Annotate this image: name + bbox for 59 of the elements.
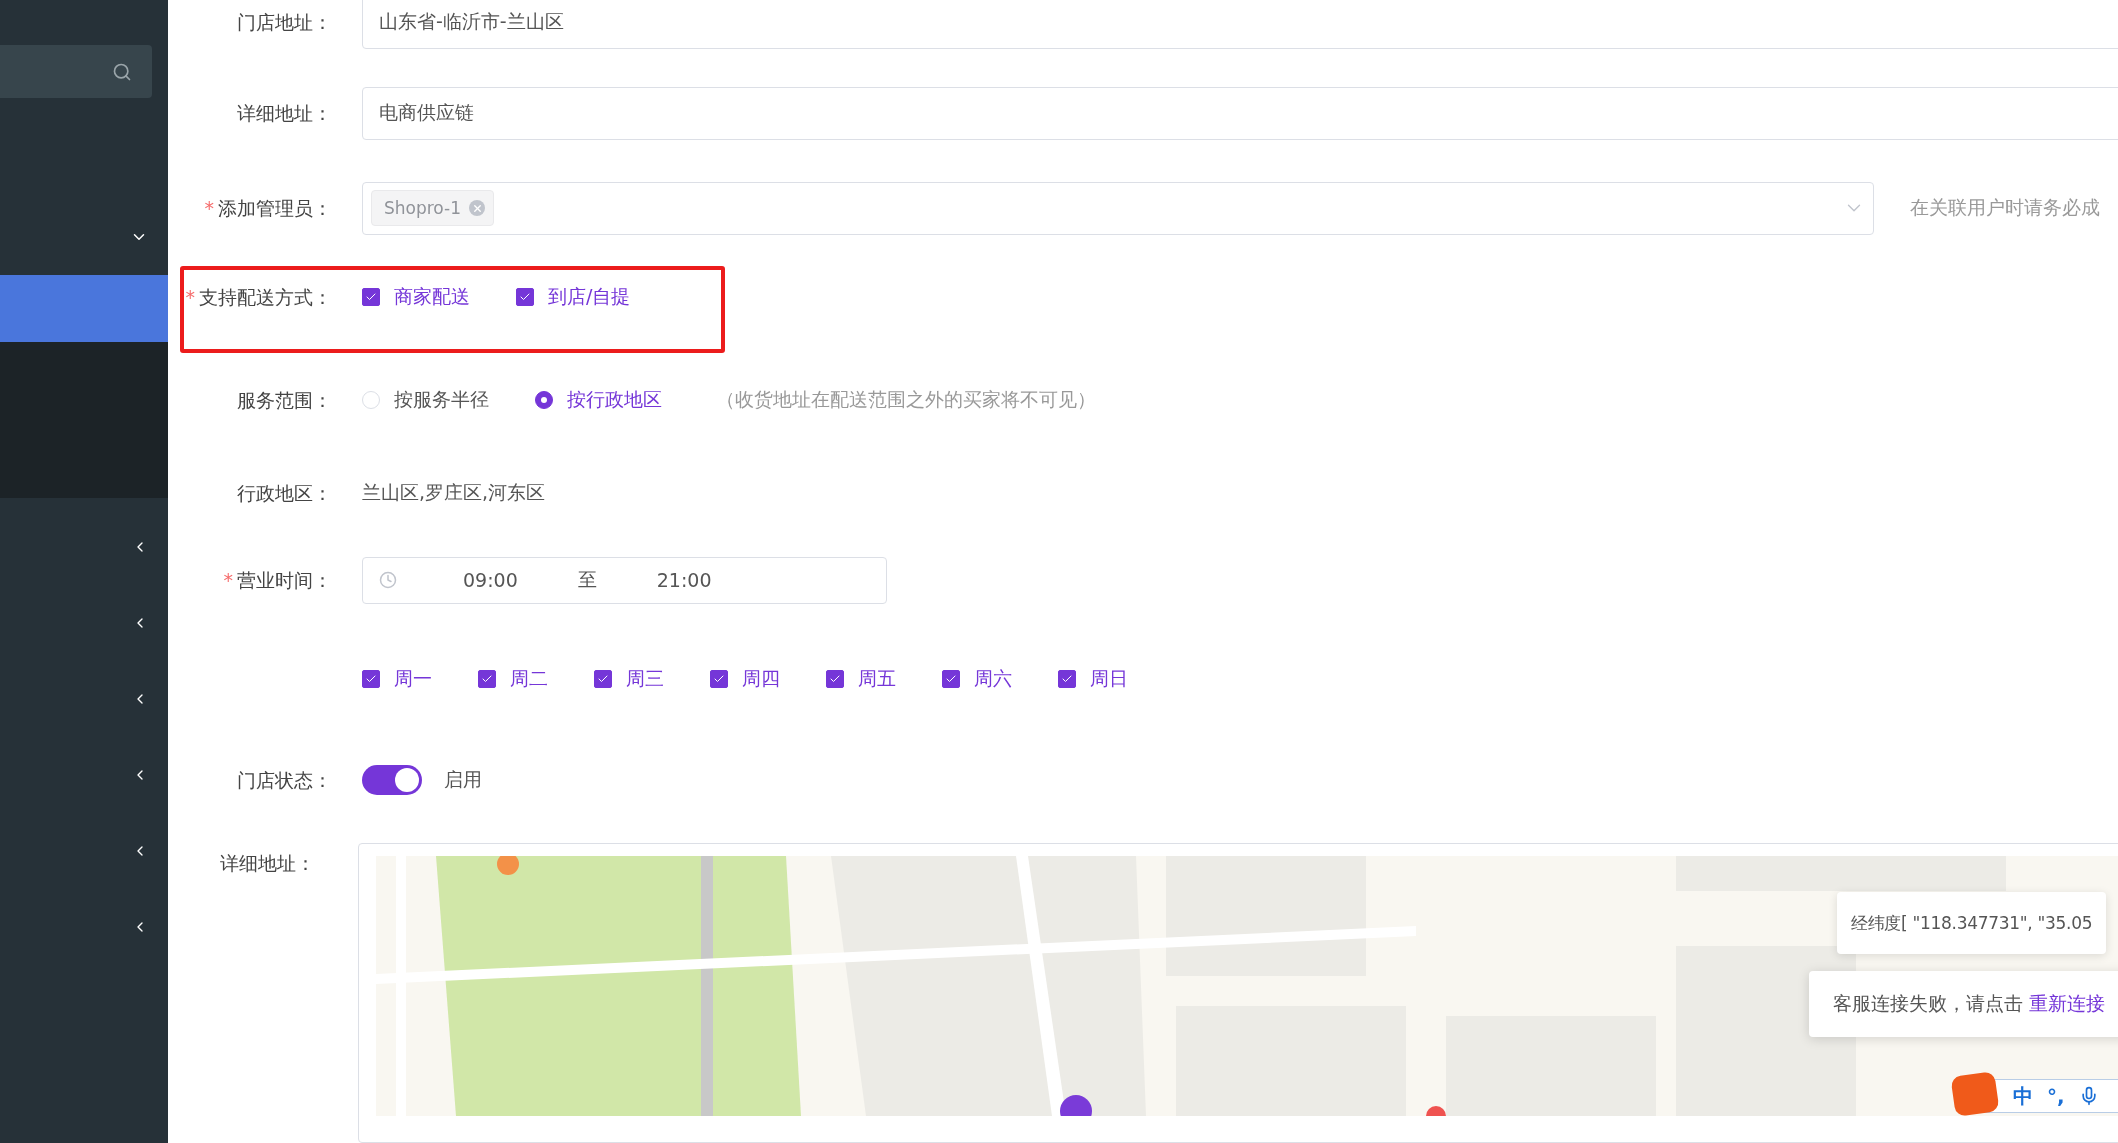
check-icon	[713, 673, 725, 685]
clock-icon	[379, 571, 397, 589]
field-label: 行政地区：	[237, 482, 332, 504]
checkbox[interactable]	[942, 670, 960, 688]
field-label: 营业时间：	[237, 569, 332, 591]
check-icon	[829, 673, 841, 685]
hint-text: 在关联用户时请务必成	[1910, 195, 2100, 220]
required-asterisk: *	[204, 197, 214, 219]
input-mode[interactable]: 中	[2013, 1082, 2033, 1110]
time-range-field[interactable]: 09:00 至 21:00	[362, 556, 887, 604]
checkbox-option[interactable]: 周四	[710, 666, 780, 692]
checkbox-option[interactable]: 周二	[478, 666, 548, 692]
radio-option[interactable]: 按行政地区	[535, 387, 662, 413]
radio[interactable]	[535, 391, 553, 409]
punctuation-mode[interactable]: °,	[2047, 1084, 2065, 1108]
checkbox-option[interactable]: 周一	[362, 666, 432, 692]
checkbox-option[interactable]: 到店/自提	[516, 284, 631, 310]
check-icon	[481, 673, 493, 685]
checkbox[interactable]	[516, 288, 534, 306]
field-label: 门店状态：	[237, 769, 332, 791]
region-text: 兰山区,罗庄区,河东区	[362, 480, 546, 505]
required-asterisk: *	[185, 286, 195, 308]
toast-message: 客服连接失败，请点击	[1833, 991, 2023, 1016]
coordinates-tooltip: 经纬度[ "118.347731", "35.05	[1837, 892, 2107, 954]
checkbox-option[interactable]: 周三	[594, 666, 664, 692]
checkbox-option[interactable]: 周五	[826, 666, 896, 692]
check-icon	[519, 291, 531, 303]
field-label: 服务范围：	[237, 389, 332, 411]
check-icon	[365, 673, 377, 685]
check-icon	[1061, 673, 1073, 685]
note-text: （收货地址在配送范围之外的买家将不可见）	[716, 387, 1096, 412]
text-field[interactable]: 电商供应链	[362, 86, 2118, 140]
checkbox[interactable]	[478, 670, 496, 688]
check-icon	[945, 673, 957, 685]
field-label: 支持配送方式：	[199, 286, 332, 308]
search-field[interactable]	[0, 45, 152, 98]
reconnect-link[interactable]: 重新连接	[2029, 991, 2105, 1017]
checkbox[interactable]	[362, 670, 380, 688]
toggle-switch[interactable]	[362, 765, 422, 795]
search-icon	[112, 61, 132, 82]
field-label: 详细地址：	[237, 102, 332, 124]
checkbox[interactable]	[594, 670, 612, 688]
check-icon	[365, 291, 377, 303]
required-asterisk: *	[223, 569, 233, 591]
radio-option[interactable]: 按服务半径	[362, 387, 489, 413]
check-icon	[597, 673, 609, 685]
checkbox-option[interactable]: 周日	[1058, 666, 1128, 692]
checkbox-option[interactable]: 周六	[942, 666, 1012, 692]
field-label: 详细地址：	[220, 852, 315, 874]
checkbox[interactable]	[826, 670, 844, 688]
field-label: 门店地址：	[237, 11, 332, 33]
checkbox[interactable]	[1058, 670, 1076, 688]
tag: Shopro-1	[371, 190, 495, 226]
switch-label: 启用	[444, 767, 482, 792]
checkbox[interactable]	[710, 670, 728, 688]
text-field[interactable]: 山东省-临沂市-兰山区	[362, 0, 2118, 49]
field-label: 添加管理员：	[218, 197, 332, 219]
checkbox-option[interactable]: 商家配送	[362, 284, 470, 310]
checkbox[interactable]	[362, 288, 380, 306]
